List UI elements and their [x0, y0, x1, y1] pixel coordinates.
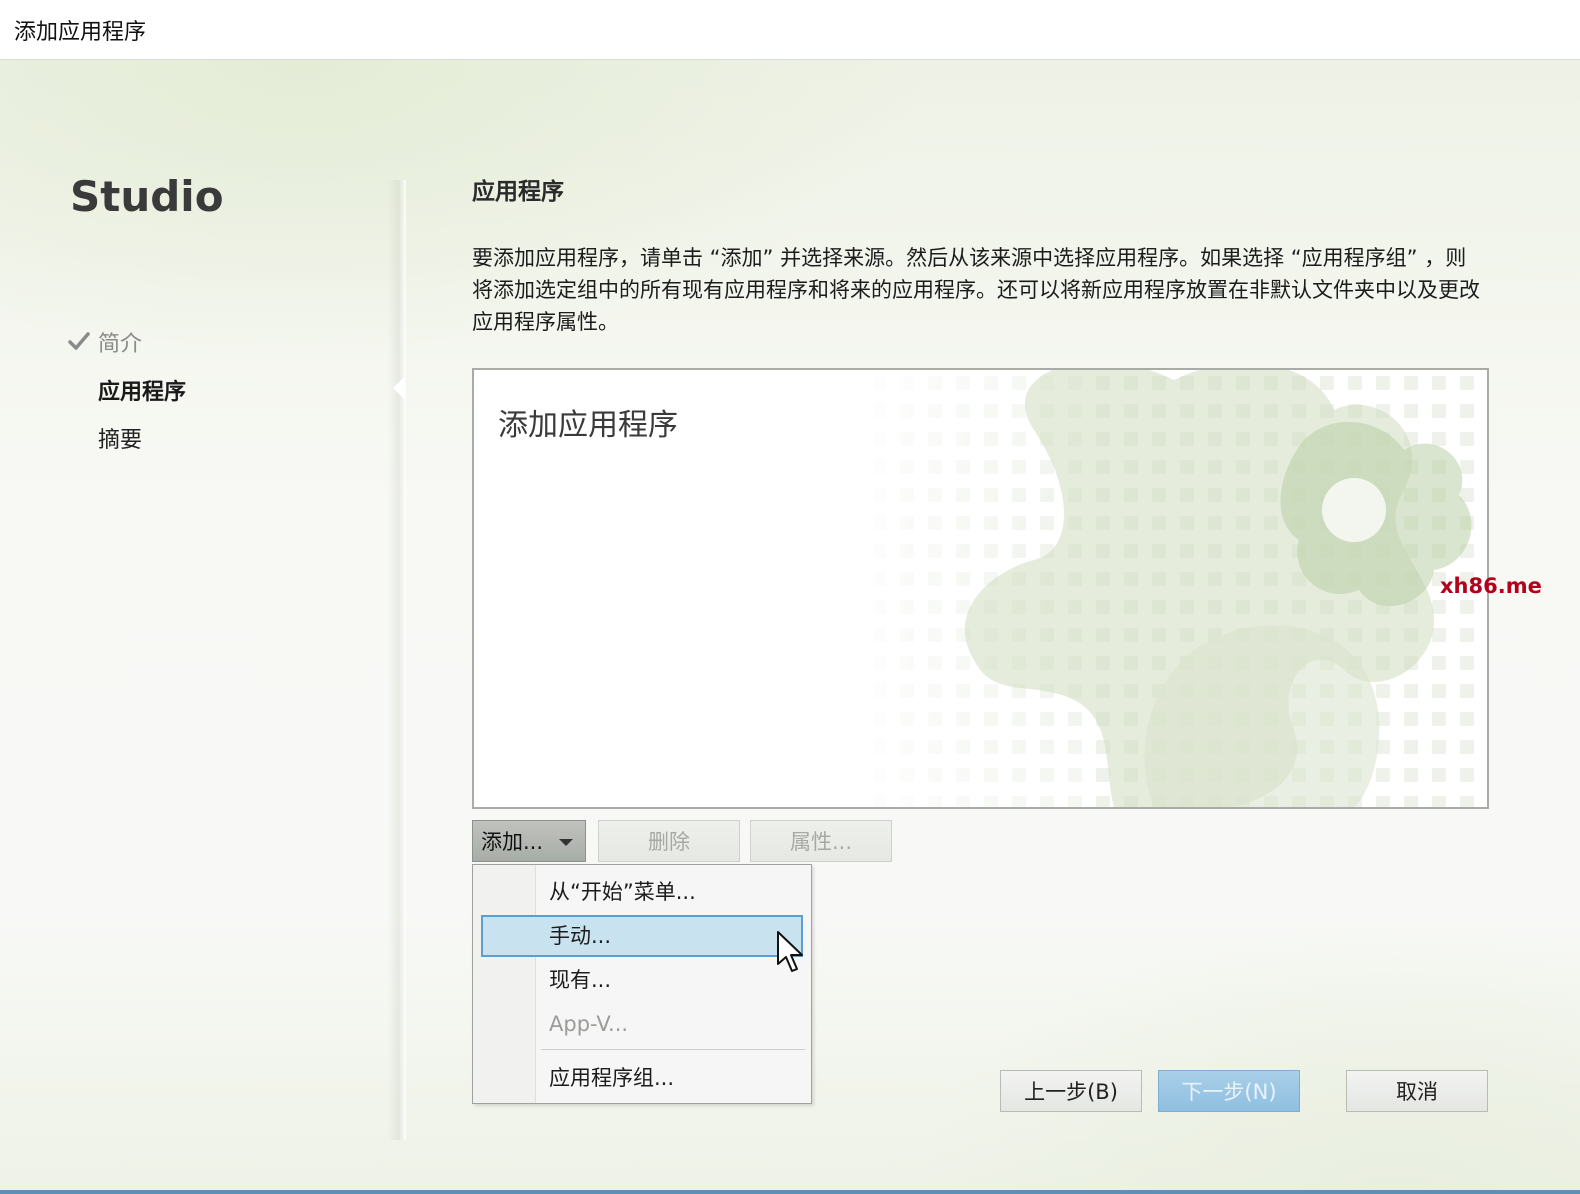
delete-button[interactable]: 删除 — [598, 820, 740, 862]
menu-item-existing[interactable]: 现有... — [481, 959, 803, 1001]
active-step-pointer — [393, 376, 405, 400]
nav-item-applications[interactable]: 应用程序 — [98, 374, 186, 406]
wizard-nav — [0, 60, 405, 1190]
nav-item-intro[interactable]: 简介 — [98, 326, 142, 358]
panel-title: 添加应用程序 — [498, 408, 678, 443]
window-title: 添加应用程序 — [14, 20, 147, 45]
menu-item-start-menu[interactable]: 从“开始”菜单... — [481, 871, 803, 913]
section-title: 应用程序 — [472, 179, 564, 205]
menu-item-app-v[interactable]: App-V... — [481, 1003, 803, 1045]
checkmark-icon — [68, 332, 90, 350]
nav-item-summary[interactable]: 摘要 — [98, 422, 142, 454]
window-bottom-border — [0, 1190, 1580, 1194]
menu-separator — [541, 1049, 805, 1050]
chevron-down-icon — [559, 839, 573, 846]
nav-divider-shadow — [388, 180, 406, 1140]
mouse-pointer-icon — [777, 931, 803, 972]
window-titlebar: 添加应用程序 — [0, 0, 1580, 60]
back-button[interactable]: 上一步(B) — [1000, 1070, 1142, 1112]
next-button[interactable]: 下一步(N) — [1158, 1070, 1300, 1112]
section-description: 要添加应用程序，请单击 “添加” 并选择来源。然后从该来源中选择应用程序。如果选… — [472, 246, 1480, 334]
cancel-button[interactable]: 取消 — [1346, 1070, 1488, 1112]
properties-button[interactable]: 属性... — [750, 820, 892, 862]
applications-list-panel[interactable]: 添加应用程序 — [472, 368, 1489, 809]
add-dropdown-button[interactable]: 添加... — [472, 820, 586, 862]
watermark-text: xh86.me — [1440, 574, 1542, 598]
menu-item-application-group[interactable]: 应用程序组... — [481, 1057, 803, 1099]
add-button-label: 添加... — [481, 830, 544, 854]
brand-title: Studio — [70, 172, 224, 221]
add-source-menu: 从“开始”菜单... 手动... 现有... App-V... 应用程序组... — [472, 864, 812, 1104]
menu-item-manual[interactable]: 手动... — [481, 915, 803, 957]
